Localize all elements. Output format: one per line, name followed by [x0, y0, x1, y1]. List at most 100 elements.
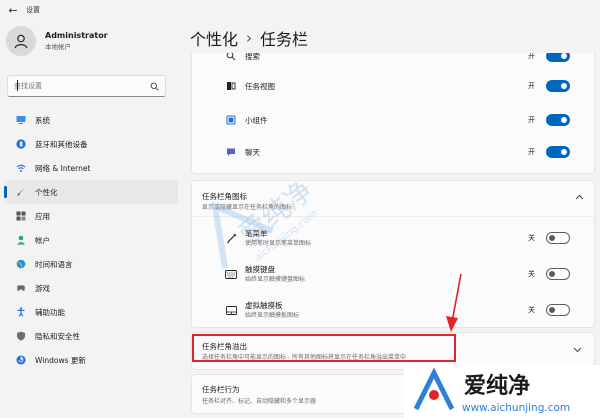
section-title: 任务栏角图标: [202, 192, 247, 201]
virtual-touchpad-toggle[interactable]: [546, 304, 570, 316]
breadcrumb-separator: ›: [246, 29, 253, 47]
setting-subtitle: 始终显示触摸键盘图标: [245, 276, 306, 283]
sidebar-item-label: 辅助功能: [35, 307, 65, 317]
wifi-icon: [16, 163, 26, 173]
pen-icon: [225, 232, 237, 244]
setting-title: 触摸键盘: [245, 265, 275, 274]
sidebar-item-label: 个性化: [35, 187, 58, 197]
sidebar-item-privacy[interactable]: 隐私和安全性: [4, 324, 178, 348]
toggle-state-label: 关: [528, 234, 535, 242]
chevron-up-icon[interactable]: [575, 193, 584, 203]
setting-label: 任务视图: [245, 81, 275, 91]
gamepad-icon: [16, 283, 26, 293]
sidebar-item-label: 系统: [35, 115, 50, 125]
search-toggle[interactable]: [546, 53, 570, 62]
toggle-state-label: 开: [528, 82, 535, 90]
setting-label: 聊天: [245, 147, 260, 157]
chat-toggle[interactable]: [546, 146, 570, 158]
person-icon: [14, 34, 28, 49]
apps-icon: [16, 211, 26, 221]
sidebar-item-label: Windows 更新: [35, 355, 86, 365]
sidebar-item-label: 时间和语言: [35, 259, 73, 269]
sidebar-item-apps[interactable]: 应用: [4, 204, 178, 228]
sidebar-item-windows-update[interactable]: Windows 更新: [4, 348, 178, 372]
highlight-box: [192, 334, 456, 362]
monitor-icon: [16, 115, 26, 125]
breadcrumb-parent[interactable]: 个性化: [190, 26, 238, 50]
user-name: Administrator: [45, 31, 108, 40]
touchpad-icon: [225, 304, 237, 316]
avatar: [6, 26, 36, 56]
section-subtitle: 显示或隐藏显示在任务栏角的图标: [202, 204, 293, 211]
setting-row-search[interactable]: 搜索 开: [192, 53, 595, 70]
widgets-toggle[interactable]: [546, 114, 570, 126]
title-bar: ← 设置: [0, 0, 600, 20]
text-caret: [17, 80, 18, 91]
nav-list: 系统 蓝牙和其他设备 网络 & Internet 个性化 应用 帐户 时间和语言…: [0, 108, 182, 372]
sidebar-item-gaming[interactable]: 游戏: [4, 276, 178, 300]
brand-name: 爱纯净: [464, 373, 530, 399]
chat-icon: [225, 146, 237, 158]
back-button[interactable]: ←: [4, 4, 22, 17]
sidebar-item-label: 蓝牙和其他设备: [35, 139, 88, 149]
setting-subtitle: 使用笔时显示笔菜单图标: [245, 240, 312, 247]
search-icon[interactable]: [150, 82, 159, 91]
sidebar-item-time-language[interactable]: 时间和语言: [4, 252, 178, 276]
toggle-state-label: 开: [528, 148, 535, 156]
sidebar-item-accounts[interactable]: 帐户: [4, 228, 178, 252]
task-view-toggle[interactable]: [546, 80, 570, 92]
sidebar-item-label: 游戏: [35, 283, 50, 293]
setting-row-task-view[interactable]: 任务视图 开: [192, 72, 595, 100]
person-icon: [16, 235, 26, 245]
breadcrumb: 个性化 › 任务栏: [190, 26, 308, 50]
task-view-icon: [225, 80, 237, 92]
chevron-down-icon[interactable]: [573, 346, 582, 356]
corner-icons-header[interactable]: 任务栏角图标 显示或隐藏显示在任务栏角的图标: [192, 181, 595, 217]
toggle-state-label: 开: [528, 53, 535, 60]
section-title: 任务栏行为: [202, 385, 240, 394]
widgets-icon: [225, 114, 237, 126]
account-type: 本地帐户: [45, 43, 71, 51]
setting-subtitle: 始终显示触摸板图标: [245, 312, 300, 319]
section-subtitle: 任务栏对齐、标记、自动隐藏和多个显示器: [202, 398, 317, 405]
sidebar-item-label: 隐私和安全性: [35, 331, 80, 341]
red-arrow-icon: [446, 273, 462, 332]
touch-keyboard-toggle[interactable]: [546, 268, 570, 280]
brand-url: www.aichunjing.com: [462, 402, 570, 414]
sidebar-item-label: 网络 & Internet: [35, 163, 91, 173]
sidebar-item-accessibility[interactable]: 辅助功能: [4, 300, 178, 324]
brush-icon: [16, 187, 26, 197]
settings-content: 搜索 开 任务视图 开 小组件 开 聊天 开 任务栏角图标 显示或隐藏显示在任务…: [191, 53, 595, 418]
sidebar-item-personalization[interactable]: 个性化: [4, 180, 178, 204]
search-input[interactable]: [14, 82, 150, 90]
taskbar-items-panel: 搜索 开 任务视图 开 小组件 开 聊天 开: [191, 53, 595, 174]
pen-menu-toggle[interactable]: [546, 232, 570, 244]
keyboard-icon: [225, 268, 237, 280]
setting-row-pen-menu[interactable]: 笔菜单 使用笔时显示笔菜单图标 关: [192, 221, 595, 255]
corner-icons-panel: 任务栏角图标 显示或隐藏显示在任务栏角的图标 笔菜单 使用笔时显示笔菜单图标 关…: [191, 180, 595, 328]
setting-row-chat[interactable]: 聊天 开: [192, 138, 595, 166]
setting-title: 虚拟触摸板: [245, 301, 283, 310]
user-profile[interactable]: Administrator 本地帐户: [6, 26, 108, 56]
search-box[interactable]: [7, 75, 166, 97]
sidebar-item-label: 应用: [35, 211, 50, 221]
page-title: 任务栏: [260, 30, 309, 49]
sidebar: Administrator 本地帐户 系统 蓝牙和其他设备: [0, 20, 182, 418]
search-icon: [225, 53, 237, 62]
sidebar-item-label: 帐户: [35, 235, 50, 245]
sidebar-item-system[interactable]: 系统: [4, 108, 178, 132]
update-icon: [16, 355, 26, 365]
sidebar-item-network[interactable]: 网络 & Internet: [4, 156, 178, 180]
setting-row-touch-keyboard[interactable]: 触摸键盘 始终显示触摸键盘图标 关: [192, 257, 595, 291]
setting-row-widgets[interactable]: 小组件 开: [192, 106, 595, 134]
shield-icon: [16, 331, 26, 341]
setting-row-virtual-touchpad[interactable]: 虚拟触摸板 始终显示触摸板图标 关: [192, 293, 595, 327]
toggle-state-label: 开: [528, 116, 535, 124]
setting-label: 小组件: [245, 115, 268, 125]
toggle-state-label: 关: [528, 270, 535, 278]
setting-title: 笔菜单: [245, 229, 268, 238]
accessibility-icon: [16, 307, 26, 317]
sidebar-item-bluetooth[interactable]: 蓝牙和其他设备: [4, 132, 178, 156]
setting-label: 搜索: [245, 53, 260, 61]
bluetooth-icon: [16, 139, 26, 149]
